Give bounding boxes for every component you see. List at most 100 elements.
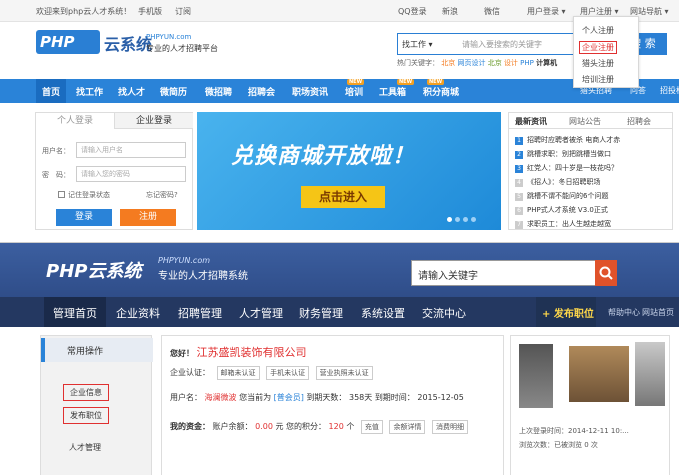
username-label: 用户名： — [170, 393, 202, 402]
hot-word[interactable]: 北京 — [441, 59, 455, 67]
sidebar-item-talent-manage[interactable]: 人才管理 — [69, 442, 101, 453]
tab-recruit-manage[interactable]: 招聘管理 — [178, 305, 222, 321]
greeting-row: 您好！ 江苏盛凯装饰有限公司 — [170, 344, 307, 360]
mobile-link[interactable]: 手机版 — [138, 6, 162, 17]
hot-word[interactable]: 计算机 — [536, 59, 557, 67]
carousel-dot[interactable] — [463, 217, 468, 222]
carousel-dot[interactable] — [471, 217, 476, 222]
greeting-label: 您好！ — [170, 349, 194, 358]
nav-item-home[interactable]: 首页 — [36, 79, 66, 103]
admin-sidebar: 常用操作 企业信息 发布职位 人才管理 — [40, 335, 153, 475]
username-value[interactable]: 海澜微波 — [205, 393, 237, 402]
admin-search-button[interactable] — [595, 260, 617, 286]
tab-company-profile[interactable]: 企业资料 — [116, 305, 160, 321]
post-job-button[interactable]: + 发布职位 — [536, 297, 596, 327]
admin-logo[interactable]: PHP云系统 — [46, 257, 141, 283]
nav-item-job-fair[interactable]: 招聘会 — [248, 85, 275, 98]
tab-latest-news[interactable]: 最新资讯 — [515, 116, 547, 127]
subscribe-link[interactable]: 订阅 — [175, 6, 191, 17]
username-input[interactable]: 请输入用户名 — [76, 142, 186, 158]
license-cert-badge[interactable]: 营业执照未认证 — [315, 366, 373, 380]
menu-item-personal-register[interactable]: 个人注册 — [582, 25, 614, 36]
nav-item-points-mall[interactable]: NEW 积分商城 — [423, 79, 460, 98]
admin-search-input[interactable]: 请输入关键字 — [418, 267, 478, 282]
banner-enter-button[interactable]: 点击进入 — [301, 186, 385, 208]
search-input[interactable]: 请输入要搜索的关键字 — [462, 39, 542, 50]
hot-word[interactable]: 设计 — [504, 59, 518, 67]
company-name[interactable]: 江苏盛凯装饰有限公司 — [197, 346, 307, 359]
sidebar-item-post-job[interactable]: 发布职位 — [63, 407, 109, 424]
news-item[interactable]: 5 跳槽不谓不能问的6个问题 — [515, 191, 608, 201]
carousel-dots[interactable] — [447, 215, 476, 225]
news-item[interactable]: 6 PHP式人才系统 V3.0正式 — [515, 205, 608, 215]
balance-detail-button[interactable]: 余额详情 — [389, 420, 426, 434]
tab-system-settings[interactable]: 系统设置 — [361, 305, 405, 321]
spending-detail-button[interactable]: 消费明细 — [432, 420, 469, 434]
site-home-link[interactable]: 网站首页 — [642, 307, 674, 318]
rank-label: 您当前为 — [239, 393, 272, 402]
search-category-select[interactable]: 找工作 ▾ — [402, 39, 433, 50]
new-badge: NEW — [347, 79, 365, 85]
hot-keywords-label: 热门关键字： — [397, 59, 439, 67]
user-login-menu[interactable]: 用户登录 ▾ — [527, 6, 566, 17]
promo-banner[interactable]: 兑换商城开放啦！ 点击进入 — [197, 112, 501, 230]
nav-item-micro-recruit[interactable]: 微招聘 — [205, 85, 232, 98]
news-item[interactable]: 4 《招人》：冬日招聘职场 — [515, 177, 601, 187]
weixin-login-link[interactable]: 微信 — [484, 6, 500, 17]
weibo-login-link[interactable]: 新浪 — [442, 6, 458, 17]
nav-item-micro-resume[interactable]: 微简历 — [160, 85, 187, 98]
tab-announcements[interactable]: 网站公告 — [569, 116, 601, 127]
remember-checkbox[interactable] — [58, 191, 65, 198]
expire-label: 到期时间： — [374, 393, 415, 402]
phone-cert-badge[interactable]: 手机未认证 — [266, 366, 310, 380]
news-title: 求职员工：出人生越走越宽 — [527, 220, 611, 228]
hot-word[interactable]: 北京 — [488, 59, 502, 67]
tab-communication[interactable]: 交流中心 — [422, 305, 466, 321]
recharge-button[interactable]: 充值 — [360, 420, 383, 434]
forgot-password-link[interactable]: 忘记密码? — [146, 190, 178, 200]
funds-row: 我的资金： 账户余额： 0.00 元 您的积分： 120 个 充值 余额详情 消… — [170, 420, 469, 434]
register-button[interactable]: 注册 — [120, 209, 176, 226]
email-cert-badge[interactable]: 邮箱未认证 — [216, 366, 260, 380]
certification-row: 企业认证： 邮箱未认证 手机未认证 营业执照未认证 — [170, 366, 373, 380]
views-row: 浏览次数：已被浏览 0 次 — [519, 440, 598, 450]
sidebar-item-company-info[interactable]: 企业信息 — [63, 384, 109, 401]
menu-item-training-register[interactable]: 培训注册 — [582, 74, 614, 85]
nav-item-toolbox[interactable]: NEW 工具箱 — [379, 79, 415, 98]
help-center-link[interactable]: 帮助中心 — [608, 307, 640, 318]
logo-text: PHP云系统 — [46, 261, 142, 282]
points-label: 您的积分： — [286, 422, 326, 431]
login-button[interactable]: 登录 — [56, 209, 112, 226]
hot-word[interactable]: PHP — [520, 59, 534, 67]
nav-item-news[interactable]: 职场资讯 — [292, 85, 328, 98]
password-input[interactable]: 请输入您的密码 — [76, 166, 186, 182]
views-value: 已被浏览 0 次 — [554, 441, 598, 449]
news-number: 4 — [515, 179, 523, 187]
nav-item-training[interactable]: NEW 培训 — [345, 79, 365, 98]
nav-right-bid[interactable]: 招投标 — [660, 85, 679, 96]
nav-item-jobs[interactable]: 找工作 — [76, 85, 103, 98]
user-info-row: 用户名： 海澜微波 您当前为 [普会员] 到期天数： 358天 到期时间： 20… — [170, 392, 464, 403]
tab-talent-manage[interactable]: 人才管理 — [239, 305, 283, 321]
nav-item-talent[interactable]: 找人才 — [118, 85, 145, 98]
tab-admin-home[interactable]: 管理首页 — [44, 297, 106, 327]
tab-personal-login[interactable]: 个人登录 — [36, 113, 114, 129]
php-logo[interactable]: PHP — [36, 30, 100, 54]
news-item[interactable]: 1 招聘时应聘者被杀 电商人才赤 — [515, 135, 620, 145]
carousel-dot[interactable] — [455, 217, 460, 222]
qq-login-link[interactable]: QQ登录 — [398, 6, 427, 17]
tab-finance-manage[interactable]: 财务管理 — [299, 305, 343, 321]
carousel-dot[interactable] — [447, 217, 452, 222]
nav-label: 工具箱 — [379, 88, 407, 98]
hot-word[interactable]: 网页设计 — [457, 59, 485, 67]
tab-company-login[interactable]: 企业登录 — [114, 113, 193, 129]
menu-item-headhunter-register[interactable]: 猎头注册 — [582, 58, 614, 69]
nav-label: 积分商城 — [423, 88, 460, 98]
news-item[interactable]: 3 红党人：四十岁是一枝花吗？ — [515, 163, 618, 173]
balance-value: 0.00 — [255, 422, 273, 431]
tab-job-fair[interactable]: 招聘会 — [627, 116, 651, 127]
news-item[interactable]: 7 求职员工：出人生越走越宽 — [515, 219, 611, 229]
menu-item-company-register[interactable]: 企业注册 — [579, 41, 617, 54]
news-item[interactable]: 2 跳槽求职：别把跳槽当做口 — [515, 149, 611, 159]
member-rank[interactable]: [普会员] — [274, 393, 304, 402]
